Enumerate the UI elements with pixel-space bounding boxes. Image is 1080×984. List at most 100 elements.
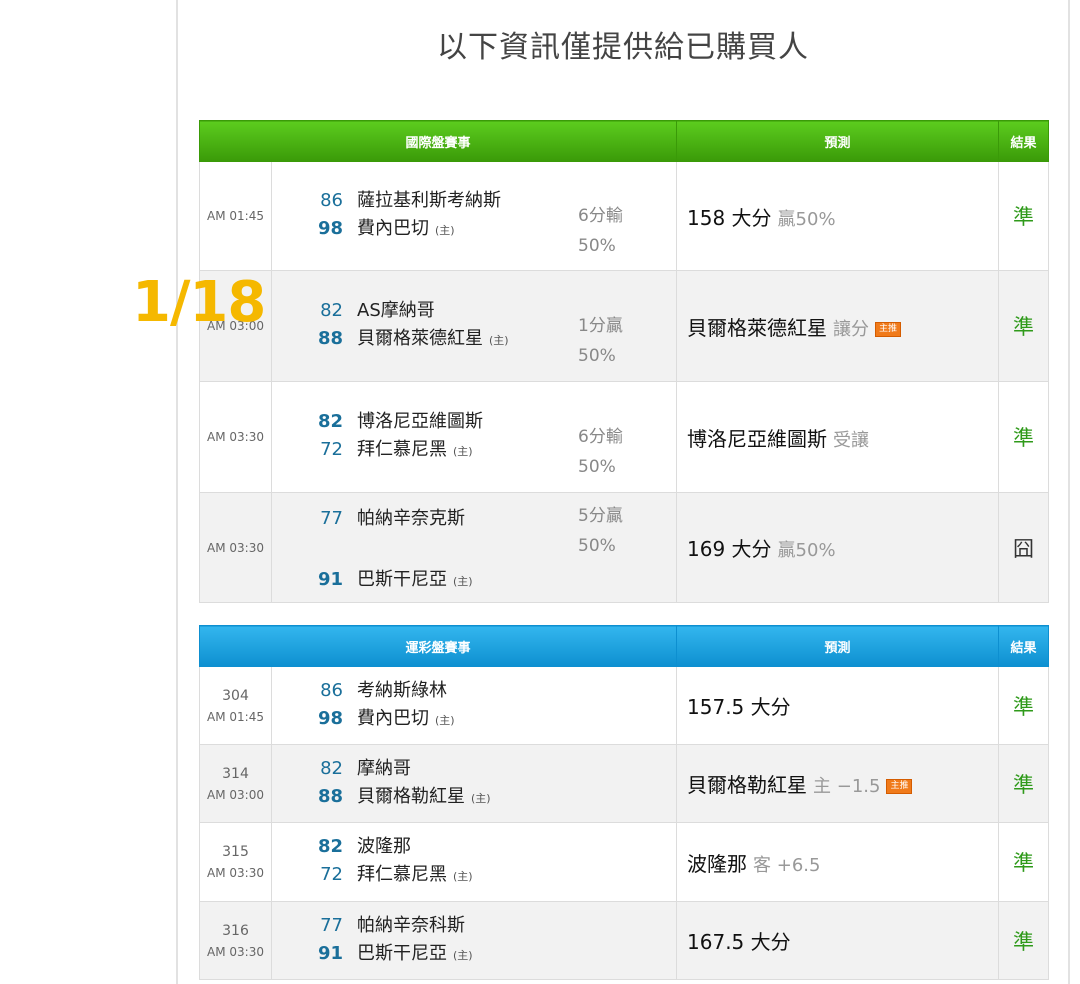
match-cell: 86 考納斯綠林 98 費內巴切 (主) xyxy=(270,666,678,745)
match-cell: 82 摩納哥 88 貝爾格勒紅星 (主) xyxy=(270,744,678,823)
match-time-cell: 315 AM 03:30 xyxy=(199,822,272,902)
lottery-row: 304 AM 01:45 86 考納斯綠林 98 費內巴切 (主) 157.5 大分 準 xyxy=(199,666,1050,745)
home-team: 貝爾格勒紅星 xyxy=(357,785,465,807)
home-tag: (主) xyxy=(453,948,473,962)
away-score: 77 xyxy=(320,914,343,936)
prediction-note: 贏50% xyxy=(777,540,836,561)
match-number: 316 xyxy=(222,922,249,939)
prediction-note: 主 −1.5 xyxy=(813,776,881,797)
home-score: 72 xyxy=(320,864,343,885)
featured-badge: 主推 xyxy=(875,321,902,337)
spread-result: 6分輸 xyxy=(578,206,623,226)
intl-result-header: 結果 xyxy=(998,120,1050,162)
prediction-pick: 波隆那 xyxy=(687,851,748,876)
home-tag: (主) xyxy=(471,791,491,805)
spread-result: 1分贏 xyxy=(578,316,623,336)
away-team: 波隆那 xyxy=(357,836,411,857)
lottery-result-header: 結果 xyxy=(998,625,1050,667)
result-mark: 準 xyxy=(998,744,1050,823)
result-mark: 準 xyxy=(998,822,1050,902)
match-number: 314 xyxy=(222,765,249,782)
away-score: 82 xyxy=(320,757,343,779)
home-team: 拜仁慕尼黑 xyxy=(357,439,447,460)
lottery-table-header: 運彩盤賽事 預測 結果 xyxy=(198,625,1050,667)
home-tag: (主) xyxy=(489,334,509,347)
match-time: AM 03:30 xyxy=(207,944,264,959)
intl-row: AM 03:30 77 帕納辛奈克斯 91 巴斯干尼亞 (主) 5分贏 50% 169… xyxy=(199,492,1050,603)
intl-row: AM 03:30 82 博洛尼亞維圖斯 72 拜仁慕尼黑 (主) 6分輸 50% 博洛… xyxy=(199,381,1050,493)
spread-percent: 50% xyxy=(578,457,616,477)
prediction-pick: 博洛尼亞維圖斯 xyxy=(687,426,828,451)
home-team: 費內巴切 xyxy=(357,707,429,729)
home-tag: (主) xyxy=(453,575,473,588)
prediction-pick: 169 大分 xyxy=(687,537,772,561)
home-score: 88 xyxy=(317,328,343,349)
home-score: 91 xyxy=(317,942,343,964)
prediction-pick: 157.5 大分 xyxy=(687,695,791,719)
match-cell: 82 波隆那 72 拜仁慕尼黑 (主) xyxy=(270,822,678,902)
match-time-cell: 304 AM 01:45 xyxy=(199,666,272,745)
match-cell: 77 帕納辛奈科斯 91 巴斯干尼亞 (主) xyxy=(270,901,678,980)
home-team: 費內巴切 xyxy=(357,218,429,239)
prediction-cell: 博洛尼亞維圖斯 受讓 xyxy=(676,381,1000,493)
home-team: 貝爾格萊德紅星 xyxy=(357,328,483,349)
prediction-cell: 貝爾格勒紅星主 −1.5 主推 xyxy=(676,744,1000,823)
away-team: 摩納哥 xyxy=(357,757,411,779)
featured-badge: 主推 xyxy=(886,779,913,794)
away-score: 82 xyxy=(320,300,343,321)
home-team: 巴斯干尼亞 xyxy=(357,942,447,964)
spread-percent: 50% xyxy=(578,346,616,366)
match-number: 315 xyxy=(222,844,249,860)
away-score: 82 xyxy=(317,411,343,432)
lottery-match-header: 運彩盤賽事 xyxy=(198,625,678,667)
prediction-cell: 貝爾格萊德紅星 讓分 主推 xyxy=(676,270,1000,382)
spread-result: 6分輸 xyxy=(578,427,623,447)
match-cell: 86 薩拉基利斯考納斯 98 費內巴切 (主) 6分輸 50% xyxy=(270,161,678,271)
result-mark: 準 xyxy=(998,381,1050,493)
home-score: 98 xyxy=(317,218,343,239)
match-cell: 77 帕納辛奈克斯 91 巴斯干尼亞 (主) 5分贏 50% xyxy=(270,492,678,603)
prediction-note: 贏50% xyxy=(777,208,836,230)
intl-table-header: 國際盤賽事 預測 結果 xyxy=(198,120,1050,162)
result-mark: 準 xyxy=(998,270,1050,382)
match-number: 304 xyxy=(222,687,249,704)
match-time: AM 03:00 xyxy=(207,787,264,802)
home-tag: (主) xyxy=(453,445,473,458)
match-time-cell: 314 AM 03:00 xyxy=(199,744,272,823)
intl-row: AM 03:00 82 AS摩納哥 88 貝爾格萊德紅星 (主) 1分贏 50% 貝爾… xyxy=(199,270,1050,382)
home-score: 98 xyxy=(317,707,343,729)
away-team: 薩拉基利斯考納斯 xyxy=(357,190,501,211)
match-cell: 82 AS摩納哥 88 貝爾格萊德紅星 (主) 1分贏 50% xyxy=(270,270,678,382)
away-score: 86 xyxy=(320,679,343,701)
away-score: 77 xyxy=(320,508,343,529)
spread-percent: 50% xyxy=(578,236,616,256)
result-mark: 準 xyxy=(998,901,1050,980)
away-team: 考納斯綠林 xyxy=(357,679,447,701)
result-mark: 準 xyxy=(998,161,1050,271)
lottery-prediction-header: 預測 xyxy=(676,625,1000,667)
lottery-row: 314 AM 03:00 82 摩納哥 88 貝爾格勒紅星 (主) 貝爾格勒紅星主 −1… xyxy=(199,744,1050,823)
prediction-pick: 貝爾格勒紅星 xyxy=(687,773,808,797)
right-divider xyxy=(1068,0,1070,984)
home-team: 巴斯干尼亞 xyxy=(357,569,447,590)
away-team: 帕納辛奈科斯 xyxy=(357,914,465,936)
home-tag: (主) xyxy=(435,224,455,237)
lottery-row: 315 AM 03:30 82 波隆那 72 拜仁慕尼黑 (主) 波隆那客 +6.5 準 xyxy=(199,822,1050,902)
away-score: 86 xyxy=(320,190,343,211)
intl-row: AM 01:45 86 薩拉基利斯考納斯 98 費內巴切 (主) 6分輸 50% 15… xyxy=(199,161,1050,271)
away-team: AS摩納哥 xyxy=(357,300,435,321)
prediction-cell: 167.5 大分 xyxy=(676,901,1000,980)
match-cell: 82 博洛尼亞維圖斯 72 拜仁慕尼黑 (主) 6分輸 50% xyxy=(270,381,678,493)
result-mark: 準 xyxy=(998,666,1050,745)
match-time: AM 01:45 xyxy=(199,161,272,271)
prediction-cell: 158 大分 贏50% xyxy=(676,161,1000,271)
away-score: 82 xyxy=(317,836,343,857)
away-team: 帕納辛奈克斯 xyxy=(357,508,465,529)
intl-odds-table: 國際盤賽事 預測 結果 AM 01:45 86 薩拉基利斯考納斯 98 費內巴切 (主… xyxy=(198,120,1050,603)
prediction-note: 客 +6.5 xyxy=(753,854,821,876)
intl-prediction-header: 預測 xyxy=(676,120,1000,162)
prediction-note: 讓分 xyxy=(833,318,870,340)
result-mark: 囧 xyxy=(998,492,1050,603)
prediction-note: 受讓 xyxy=(833,429,870,451)
lottery-row: 316 AM 03:30 77 帕納辛奈科斯 91 巴斯干尼亞 (主) 167.5 大分… xyxy=(199,901,1050,980)
